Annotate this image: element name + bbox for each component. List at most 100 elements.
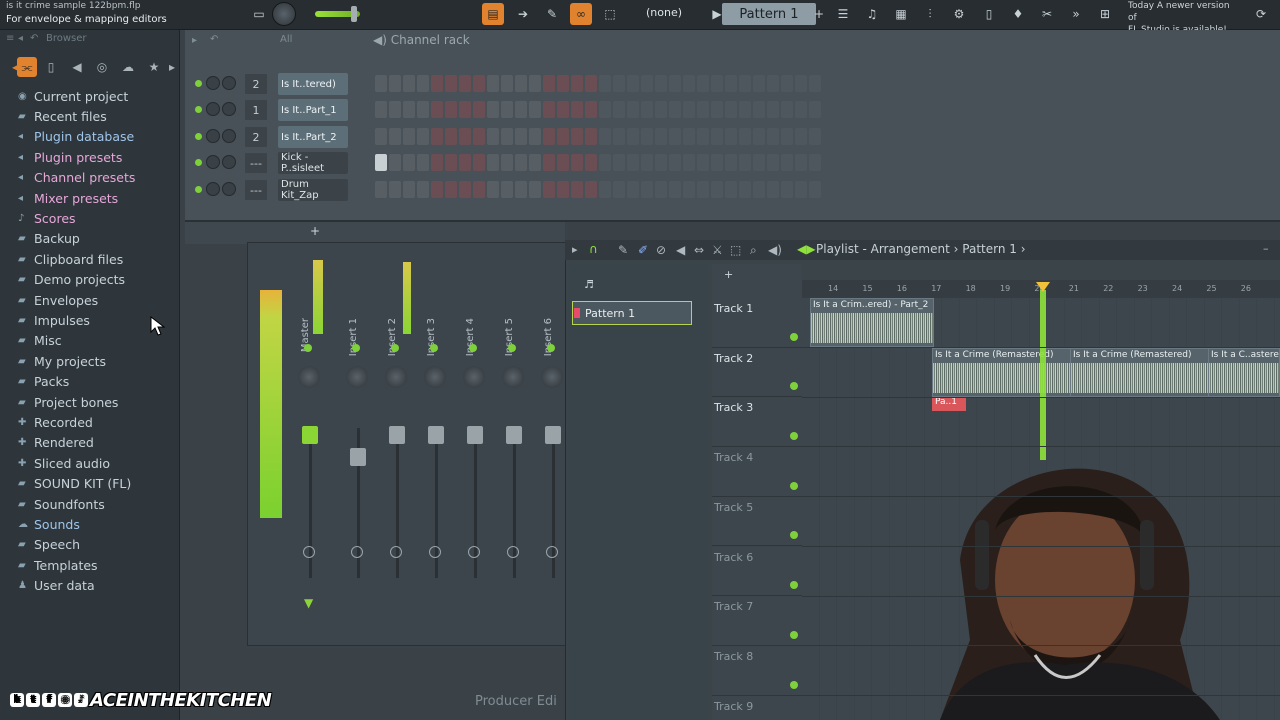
step-button[interactable] <box>669 154 681 171</box>
step-button[interactable] <box>501 75 513 92</box>
browser-item[interactable]: ♪ Scores <box>18 208 178 228</box>
step-button[interactable] <box>781 181 793 198</box>
step-button[interactable] <box>781 154 793 171</box>
step-button[interactable] <box>515 154 527 171</box>
channel-volume-knob[interactable] <box>222 76 236 90</box>
target-icon[interactable]: ◎ <box>92 57 112 77</box>
back-icon[interactable]: ◂ <box>18 33 23 44</box>
menu-icon[interactable]: ≡ <box>6 33 14 44</box>
play-icon[interactable]: ▸ <box>192 35 197 46</box>
channel-mute-led[interactable] <box>195 186 202 193</box>
step-button[interactable] <box>445 101 457 118</box>
browser-item[interactable]: ♟ User data <box>18 575 178 595</box>
browser-item[interactable]: ◂ Channel presets <box>18 168 178 188</box>
channel-pan-knob[interactable] <box>206 129 220 143</box>
step-button[interactable] <box>459 101 471 118</box>
mixer-pan-knob[interactable] <box>346 366 368 388</box>
browser-item[interactable]: ▰ Packs <box>18 371 178 391</box>
step-button[interactable] <box>585 154 597 171</box>
channel-volume-knob[interactable] <box>222 129 236 143</box>
channel-row[interactable]: --- Drum Kit_Zap <box>195 179 1275 201</box>
channel-row[interactable]: --- Kick - P..sisleet <box>195 152 1275 174</box>
step-button[interactable] <box>599 75 611 92</box>
step-button[interactable] <box>795 128 807 145</box>
step-button[interactable] <box>543 75 555 92</box>
step-button[interactable] <box>571 181 583 198</box>
browser-item[interactable]: ▰ My projects <box>18 351 178 371</box>
channel-filter[interactable]: All <box>280 34 292 45</box>
channel-name-button[interactable]: Drum Kit_Zap <box>278 179 348 201</box>
step-button[interactable] <box>627 154 639 171</box>
browser-icon[interactable]: ▯ <box>978 3 1000 25</box>
step-button[interactable] <box>417 181 429 198</box>
pencil-icon[interactable]: ✎ <box>618 243 628 257</box>
track-mute-led[interactable] <box>790 630 798 639</box>
plugin-picker-icon[interactable]: ♦ <box>1007 3 1029 25</box>
plugin-icon[interactable]: ⚙ <box>948 3 970 25</box>
step-button[interactable] <box>501 154 513 171</box>
step-button[interactable] <box>389 128 401 145</box>
step-button[interactable] <box>781 128 793 145</box>
step-button[interactable] <box>795 75 807 92</box>
mixer-route-icon[interactable] <box>507 546 519 558</box>
step-button[interactable] <box>529 128 541 145</box>
step-button[interactable] <box>543 128 555 145</box>
step-button[interactable] <box>543 101 555 118</box>
step-button[interactable] <box>683 154 695 171</box>
track-header[interactable]: Track 8 <box>712 645 802 696</box>
step-button[interactable] <box>711 128 723 145</box>
step-button[interactable] <box>599 128 611 145</box>
mixer-pan-knob[interactable] <box>502 366 524 388</box>
channel-mute-led[interactable] <box>195 133 202 140</box>
channel-mute-led[interactable] <box>195 159 202 166</box>
track-mute-led[interactable] <box>790 531 798 540</box>
step-button[interactable] <box>767 181 779 198</box>
step-button[interactable] <box>711 101 723 118</box>
step-button[interactable] <box>585 128 597 145</box>
step-button[interactable] <box>627 128 639 145</box>
step-button[interactable] <box>725 154 737 171</box>
step-button[interactable] <box>795 101 807 118</box>
master-volume-knob[interactable] <box>272 2 296 26</box>
delete-icon[interactable]: ⊘ <box>656 243 666 257</box>
playhead[interactable] <box>1040 290 1046 460</box>
mixer-pan-knob[interactable] <box>385 366 407 388</box>
step-button[interactable] <box>683 75 695 92</box>
step-button[interactable] <box>375 154 387 171</box>
step-button[interactable] <box>515 181 527 198</box>
browser-item[interactable]: ✚ Rendered <box>18 433 178 453</box>
star-icon[interactable]: ★ <box>144 57 164 77</box>
step-button[interactable] <box>669 128 681 145</box>
step-button[interactable] <box>767 154 779 171</box>
step-button[interactable] <box>627 101 639 118</box>
step-button[interactable] <box>711 75 723 92</box>
playlist-icon[interactable]: ☰ <box>832 3 854 25</box>
step-button[interactable] <box>585 101 597 118</box>
track-header[interactable]: Track 3 <box>712 397 802 448</box>
audio-clip[interactable]: Is It a C..astere <box>1208 348 1280 397</box>
paint-icon[interactable]: ✎ <box>541 3 563 25</box>
browser-item[interactable]: ▰ Clipboard files <box>18 249 178 269</box>
step-button[interactable] <box>725 128 737 145</box>
audio-clip[interactable]: Is It a Crim..ered) - Part_2 <box>810 298 934 347</box>
step-button[interactable] <box>557 101 569 118</box>
step-button[interactable] <box>627 75 639 92</box>
track-mute-led[interactable] <box>790 481 798 490</box>
track-header[interactable]: Track 5 <box>712 496 802 547</box>
step-button[interactable] <box>739 181 751 198</box>
track-header[interactable]: Track 9 <box>712 695 802 720</box>
step-button[interactable] <box>809 101 821 118</box>
step-button[interactable] <box>389 101 401 118</box>
step-button[interactable] <box>599 154 611 171</box>
channel-volume-knob[interactable] <box>222 102 236 116</box>
link-icon[interactable]: ∞ <box>570 3 592 25</box>
browser-item[interactable]: ▰ Speech <box>18 535 178 555</box>
step-button[interactable] <box>473 75 485 92</box>
step-button[interactable] <box>809 75 821 92</box>
mixer-mute-led[interactable] <box>508 344 516 352</box>
step-button[interactable] <box>697 154 709 171</box>
pattern-selector[interactable]: Pattern 1 <box>722 3 816 25</box>
step-button[interactable] <box>557 154 569 171</box>
step-button[interactable] <box>795 154 807 171</box>
track-mute-led[interactable] <box>790 581 798 590</box>
